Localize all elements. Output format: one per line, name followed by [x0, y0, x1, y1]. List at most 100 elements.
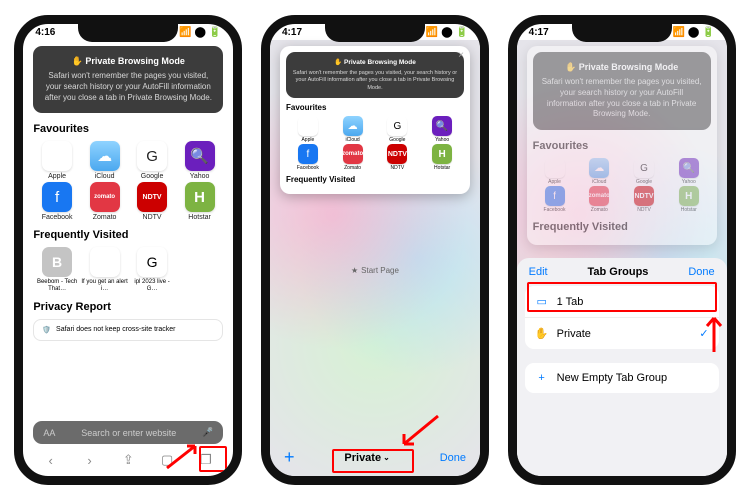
favourite-apple: Apple: [286, 116, 330, 143]
favourite-label: Zomato: [93, 214, 117, 221]
yahoo-icon: 🔍: [432, 116, 452, 136]
favourite-google: GGoogle: [375, 116, 419, 143]
safari-start-page: ✋ Private Browsing Mode Safari won't rem…: [23, 40, 233, 421]
apple-icon: [90, 247, 120, 277]
google-icon: G: [137, 141, 167, 171]
favourite-label: Hotstar: [681, 207, 697, 213]
hand-icon: ✋: [535, 327, 549, 340]
favourite-google[interactable]: GGoogle: [128, 141, 176, 180]
text-size-icon[interactable]: AA: [43, 428, 55, 438]
freq-heading: Frequently Visited: [286, 175, 464, 184]
signal-icon: 📶: [426, 27, 438, 38]
favourite-icloud: ☁iCloud: [331, 116, 375, 143]
google-icon: G: [387, 116, 407, 136]
icloud-icon: ☁: [343, 116, 363, 136]
favourite-facebook[interactable]: f Facebook: [33, 182, 81, 221]
bookmarks-icon[interactable]: ▢: [157, 452, 177, 468]
beebom-icon: B: [42, 247, 72, 277]
freq-label: Beebom - Tech That…: [33, 279, 81, 292]
private-browsing-banner: ✋ Private Browsing Mode Safari won't rem…: [286, 52, 464, 98]
favourite-yahoo[interactable]: 🔍Yahoo: [176, 141, 224, 180]
favourite-label: Facebook: [297, 165, 319, 171]
mic-icon[interactable]: 🎤: [202, 427, 213, 438]
favourite-apple[interactable]: Apple: [33, 141, 81, 180]
tab-card-start-page[interactable]: × ✋ Private Browsing Mode Safari won't r…: [280, 46, 470, 194]
zomato-icon: zomato: [589, 186, 609, 206]
favourite-hotstar: HHotstar: [420, 144, 464, 171]
zomato-icon: zomato: [343, 144, 363, 164]
favourite-label: Facebook: [544, 207, 566, 213]
done-button[interactable]: Done: [688, 266, 714, 278]
favourite-ndtv[interactable]: NDTVNDTV: [128, 182, 176, 221]
forward-icon[interactable]: ›: [80, 453, 100, 468]
new-empty-tab-group-row[interactable]: + New Empty Tab Group: [525, 363, 719, 393]
battery-icon: 🔋: [209, 27, 221, 38]
star-icon: ★: [351, 266, 358, 275]
phone-2: 4:17 📶 ⬤ 🔋 × ✋ Private Browsing Mode Saf…: [261, 15, 489, 485]
edit-button[interactable]: Edit: [529, 266, 548, 278]
favourite-label: Hotstar: [434, 165, 450, 171]
notch: [572, 24, 672, 42]
facebook-icon: f: [298, 144, 318, 164]
apple-icon: [545, 158, 565, 178]
start-page-text: Start Page: [361, 266, 399, 275]
favourite-label: iCloud: [95, 173, 115, 180]
check-icon: ✓: [699, 327, 708, 340]
favourites-heading: Favourites: [533, 140, 711, 152]
ndtv-icon: NDTV: [634, 186, 654, 206]
favourite-hotstar[interactable]: H Hotstar: [176, 182, 224, 221]
freq-apple-alert[interactable]: If you get an alert i…: [81, 247, 129, 292]
battery-icon: 🔋: [702, 27, 714, 38]
facebook-icon: f: [545, 186, 565, 206]
status-icons: 📶 ⬤ 🔋: [179, 27, 221, 38]
back-icon[interactable]: ‹: [41, 453, 61, 468]
share-icon[interactable]: ⇪: [118, 452, 138, 468]
phone-3: 4:17 📶 ⬤ 🔋 ✋ Private Browsing ModeSafari…: [508, 15, 736, 485]
facebook-icon: f: [42, 182, 72, 212]
freq-ipl[interactable]: Gipl 2023 live - G…: [128, 247, 176, 292]
privacy-heading: Privacy Report: [33, 301, 223, 313]
notch: [325, 24, 425, 42]
tab-icon: ▭: [535, 295, 549, 308]
tab-group-selector[interactable]: Private ⌄: [344, 452, 389, 464]
favourite-label: iCloud: [592, 179, 606, 185]
tab-card-dimmed: ✋ Private Browsing ModeSafari won't reme…: [527, 46, 717, 245]
favourite-label: Facebook: [42, 214, 73, 221]
favourite-zomato[interactable]: zomatoZomato: [81, 182, 129, 221]
tab-card-title: ★ Start Page: [270, 266, 480, 275]
sheet-header: Edit Tab Groups Done: [525, 266, 719, 278]
google-icon: G: [634, 158, 654, 178]
ndtv-icon: NDTV: [137, 182, 167, 212]
favourite-label: Apple: [548, 179, 561, 185]
favourite-label: Yahoo: [190, 173, 210, 180]
phone-1: 4:16 📶 ⬤ 🔋 ✋ Private Browsing Mode Safar…: [14, 15, 242, 485]
favourite-label: iCloud: [346, 137, 360, 143]
favourite-label: Google: [636, 179, 652, 185]
close-icon[interactable]: ×: [458, 50, 464, 61]
favourite-label: Yahoo: [435, 137, 449, 143]
favourite-icloud[interactable]: ☁ iCloud: [81, 141, 129, 180]
privacy-report-row[interactable]: 🛡️ Safari does not keep cross-site track…: [33, 319, 223, 341]
hotstar-icon: H: [185, 182, 215, 212]
address-bar[interactable]: AA Search or enter website 🎤: [33, 421, 223, 444]
icloud-icon: ☁: [90, 141, 120, 171]
done-button[interactable]: Done: [440, 452, 466, 464]
tabs-icon[interactable]: ❐: [196, 452, 216, 468]
tab-group-row-1tab[interactable]: ▭ 1 Tab: [525, 286, 719, 318]
signal-icon: 📶: [179, 27, 191, 38]
hotstar-icon: H: [432, 144, 452, 164]
new-tab-button[interactable]: +: [284, 447, 295, 468]
yahoo-icon: 🔍: [679, 158, 699, 178]
favourites-grid: Apple ☁iCloud GGoogle 🔍Yahoo fFacebook z…: [286, 116, 464, 171]
wifi-icon: ⬤: [195, 27, 206, 38]
favourite-label: Hotstar: [188, 214, 211, 221]
tab-group-row-private[interactable]: ✋ Private ✓: [525, 318, 719, 349]
freq-beebom[interactable]: B Beebom - Tech That…: [33, 247, 81, 292]
favourite-label: Yahoo: [682, 179, 696, 185]
sheet-title: Tab Groups: [588, 266, 649, 278]
row-label: 1 Tab: [557, 296, 709, 308]
pbm-body: Safari won't remember the pages you visi…: [41, 71, 215, 103]
row-label: New Empty Tab Group: [557, 372, 709, 384]
tab-groups-sheet: Edit Tab Groups Done ▭ 1 Tab ✋ Private ✓: [517, 258, 727, 476]
google-icon: G: [137, 247, 167, 277]
